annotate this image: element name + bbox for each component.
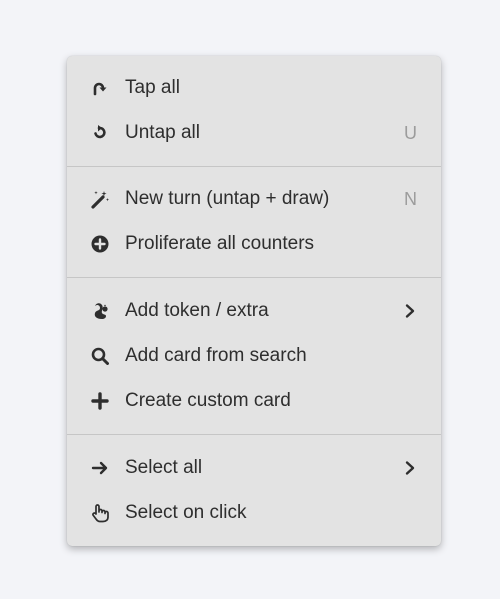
plus-icon	[89, 391, 111, 411]
menu-item-select-all[interactable]: Select all	[67, 448, 441, 488]
plus-circle-icon	[89, 234, 111, 254]
chevron-right-icon	[404, 303, 416, 319]
menu-item-untap-all[interactable]: Untap all U	[67, 113, 441, 153]
menu-separator	[67, 166, 441, 167]
squirrel-icon	[89, 301, 111, 321]
menu-item-tap-all[interactable]: Tap all	[67, 68, 441, 108]
menu-item-label: Add token / extra	[125, 300, 269, 321]
arrow-right-icon	[89, 458, 111, 478]
menu-item-add-card-from-search[interactable]: Add card from search	[67, 336, 441, 376]
menu-item-label: Untap all	[125, 122, 200, 143]
context-menu: Tap all Untap all U New turn (untap + dr…	[67, 56, 441, 546]
menu-item-label: Add card from search	[125, 345, 307, 366]
menu-item-add-token[interactable]: Add token / extra	[67, 291, 441, 331]
menu-item-label: Create custom card	[125, 390, 291, 411]
tap-icon	[89, 78, 111, 98]
menu-item-new-turn[interactable]: New turn (untap + draw) N	[67, 179, 441, 219]
menu-item-label: New turn (untap + draw)	[125, 188, 330, 209]
menu-item-label: Proliferate all counters	[125, 233, 315, 254]
menu-item-label: Select all	[125, 457, 203, 478]
menu-item-proliferate[interactable]: Proliferate all counters	[67, 224, 441, 264]
menu-item-label: Tap all	[125, 77, 180, 98]
shortcut-hint: N	[404, 189, 417, 209]
menu-separator	[67, 434, 441, 435]
hand-pointer-icon	[89, 503, 111, 523]
menu-item-create-custom-card[interactable]: Create custom card	[67, 381, 441, 421]
menu-separator	[67, 277, 441, 278]
chevron-right-icon	[404, 460, 416, 476]
menu-item-label: Select on click	[125, 502, 247, 523]
untap-icon	[89, 123, 111, 143]
magic-wand-icon	[89, 189, 111, 209]
menu-item-select-on-click[interactable]: Select on click	[67, 493, 441, 533]
search-icon	[89, 346, 111, 366]
shortcut-hint: U	[404, 123, 417, 143]
